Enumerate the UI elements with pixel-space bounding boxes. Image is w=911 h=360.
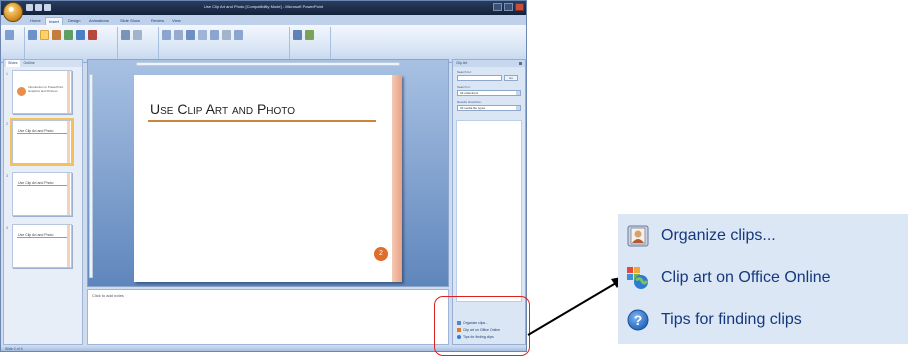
slide-number-badge: 2 (374, 247, 388, 261)
clip-art-icon[interactable] (40, 30, 49, 40)
text-box-icon[interactable] (162, 30, 171, 40)
hyperlink-icon[interactable] (121, 30, 130, 40)
window-title: Use Clip Art and Photo [Compatibility Mo… (203, 4, 324, 9)
tab-slide-show[interactable]: Slide Show (117, 17, 143, 25)
minimize-icon[interactable] (493, 3, 502, 11)
slide-title[interactable]: Use Clip Art and Photo (150, 101, 295, 117)
sound-icon[interactable] (305, 30, 314, 40)
object-icon[interactable] (234, 30, 243, 40)
maximize-icon[interactable] (504, 3, 513, 11)
ribbon-group-text[interactable] (160, 27, 290, 61)
status-text: Slide 2 of 4 (5, 347, 23, 351)
ribbon (1, 25, 526, 63)
wordart-icon[interactable] (186, 30, 195, 40)
slide-thumbnail-1[interactable]: 1 Introduction to PowerPoint Graphics an… (6, 70, 72, 114)
close-icon[interactable] (515, 3, 524, 11)
window-controls[interactable] (493, 3, 524, 11)
office-online-link-zoomed[interactable]: Clip art on Office Online (626, 264, 831, 292)
notes-pane[interactable]: Click to add notes (87, 289, 449, 345)
action-icon[interactable] (133, 30, 142, 40)
current-slide[interactable]: Use Clip Art and Photo 2 (134, 75, 402, 282)
search-in-dropdown[interactable]: All collections (457, 90, 521, 96)
notes-placeholder: Click to add notes (92, 293, 124, 298)
ribbon-group-links[interactable] (119, 27, 159, 61)
title-underline (148, 120, 376, 122)
clip-results-area[interactable] (456, 120, 522, 302)
tab-outline[interactable]: Outline (22, 60, 37, 67)
tab-insert[interactable]: Insert (45, 17, 64, 25)
results-label: Results should be: (457, 100, 482, 104)
clip-pane-header: Clip Art (453, 60, 525, 67)
tips-link-zoomed[interactable]: ? Tips for finding clips (626, 306, 802, 334)
office-online-icon (626, 266, 650, 290)
chart-icon[interactable] (88, 30, 97, 40)
tab-home[interactable]: Home (27, 17, 44, 25)
date-time-icon[interactable] (198, 30, 207, 40)
movie-icon[interactable] (293, 30, 302, 40)
smartart-icon[interactable] (76, 30, 85, 40)
zoomed-callout: Organize clips... Clip art on Office Onl… (618, 214, 908, 344)
tab-design[interactable]: Design (65, 17, 83, 25)
ribbon-tabs: Home Insert Design Animations Slide Show… (1, 15, 526, 25)
slide-thumbnail-4[interactable]: 4 Use Clip Art and Photo (6, 224, 72, 268)
highlight-box (434, 296, 530, 356)
header-footer-icon[interactable] (174, 30, 183, 40)
tab-slides[interactable]: Slides (6, 60, 20, 67)
ribbon-group-media[interactable] (291, 27, 331, 61)
organize-clips-icon (626, 224, 650, 248)
slide-thumbnail-2[interactable]: 2 Use Clip Art and Photo (6, 118, 74, 166)
slide-number-icon[interactable] (210, 30, 219, 40)
close-pane-icon[interactable] (519, 62, 522, 65)
search-in-label: Search in: (457, 85, 471, 89)
horizontal-ruler (136, 62, 400, 66)
slide-editing-area[interactable]: Use Clip Art and Photo 2 (87, 59, 449, 287)
pane-tabs: Slides Outline (4, 60, 82, 67)
results-dropdown[interactable]: All media file types (457, 105, 521, 111)
photo-album-icon[interactable] (52, 30, 61, 40)
svg-text:?: ? (634, 312, 643, 328)
tab-animations[interactable]: Animations (86, 17, 112, 25)
organize-clips-link-zoomed[interactable]: Organize clips... (626, 222, 776, 250)
vertical-ruler (89, 74, 93, 278)
tab-review[interactable]: Review (148, 17, 167, 25)
ribbon-group-illustrations[interactable] (26, 27, 118, 61)
symbol-icon[interactable] (222, 30, 231, 40)
search-label: Search for: (457, 70, 472, 74)
tab-view[interactable]: View (169, 17, 184, 25)
slide-thumbnail-3[interactable]: 3 Use Clip Art and Photo (6, 172, 72, 216)
ribbon-group-tables[interactable] (3, 27, 25, 61)
picture-icon[interactable] (28, 30, 37, 40)
go-button[interactable]: Go (504, 75, 518, 81)
help-icon: ? (626, 308, 650, 332)
slide-accent-bar (392, 75, 402, 282)
search-input[interactable] (457, 75, 502, 81)
shapes-icon[interactable] (64, 30, 73, 40)
title-bar: Use Clip Art and Photo [Compatibility Mo… (1, 1, 526, 15)
office-button[interactable] (3, 2, 23, 22)
clip-pane-title: Clip Art (456, 61, 468, 65)
slides-pane: Slides Outline 1 Introduction to PowerPo… (3, 59, 83, 345)
